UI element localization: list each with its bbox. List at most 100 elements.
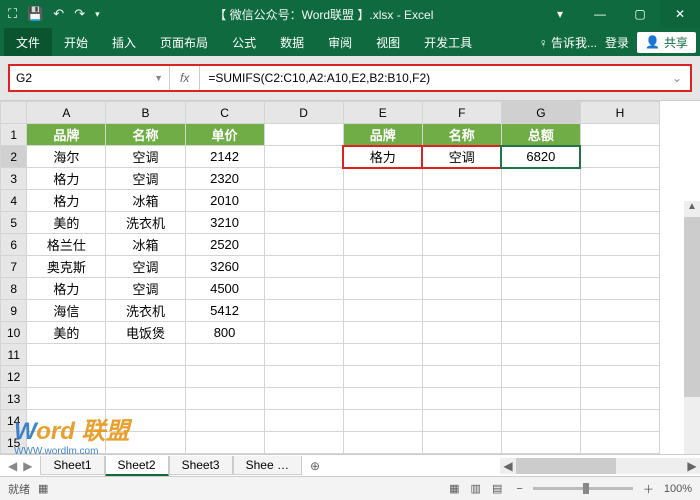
tab-data[interactable]: 数据 <box>268 28 316 56</box>
scroll-up-icon[interactable]: ▲ <box>684 201 700 217</box>
cell[interactable]: 5412 <box>185 300 264 322</box>
cell[interactable]: 2520 <box>185 234 264 256</box>
cell[interactable] <box>580 366 659 388</box>
cell[interactable] <box>422 278 501 300</box>
cell[interactable] <box>27 388 106 410</box>
row-header[interactable]: 4 <box>1 190 27 212</box>
grid[interactable]: A B C D E F G H 1 品牌 名称 单价 品牌 名称 总额 2 海尔… <box>0 101 660 454</box>
cell[interactable] <box>422 366 501 388</box>
cell[interactable] <box>422 168 501 190</box>
cell[interactable] <box>106 366 185 388</box>
cell[interactable]: 格力 <box>27 190 106 212</box>
row-header[interactable]: 9 <box>1 300 27 322</box>
cell[interactable] <box>27 344 106 366</box>
cell[interactable] <box>27 366 106 388</box>
view-page-icon[interactable]: ▥ <box>467 483 485 495</box>
scroll-right-icon[interactable]: ▶ <box>684 459 700 473</box>
cell[interactable] <box>501 234 580 256</box>
tab-insert[interactable]: 插入 <box>100 28 148 56</box>
minimize-button[interactable]: — <box>580 0 620 28</box>
formula-input[interactable]: =SUMIFS(C2:C10,A2:A10,E2,B2:B10,F2) <box>200 71 664 85</box>
cell[interactable] <box>264 300 343 322</box>
cell[interactable]: 格兰仕 <box>27 234 106 256</box>
col-header-d[interactable]: D <box>264 102 343 124</box>
cell[interactable] <box>343 366 422 388</box>
signin-button[interactable]: 登录 <box>605 34 629 51</box>
cell[interactable] <box>580 212 659 234</box>
cell[interactable] <box>264 234 343 256</box>
cell[interactable] <box>264 168 343 190</box>
name-box[interactable]: ▼ <box>10 66 170 90</box>
macro-icon[interactable]: ▦ <box>38 482 48 495</box>
cell[interactable] <box>501 410 580 432</box>
name-box-dropdown-icon[interactable]: ▼ <box>154 73 163 83</box>
cell[interactable] <box>264 190 343 212</box>
cell[interactable] <box>422 300 501 322</box>
cell[interactable]: 格力 <box>27 278 106 300</box>
cell[interactable] <box>27 410 106 432</box>
tab-developer[interactable]: 开发工具 <box>412 28 484 56</box>
tell-me[interactable]: ♀ 告诉我... <box>539 34 597 51</box>
sheet-tab[interactable]: Shee … <box>233 456 302 475</box>
row-header[interactable]: 15 <box>1 432 27 454</box>
cell[interactable] <box>501 344 580 366</box>
cell[interactable] <box>343 168 422 190</box>
tab-prev-icon[interactable]: ◀ <box>8 459 17 473</box>
cell[interactable]: 奥克斯 <box>27 256 106 278</box>
horizontal-scrollbar[interactable]: ◀ ▶ <box>500 458 700 474</box>
row-header[interactable]: 8 <box>1 278 27 300</box>
add-sheet-button[interactable]: ⊕ <box>302 457 328 475</box>
col-header-a[interactable]: A <box>27 102 106 124</box>
cell[interactable]: 品牌 <box>343 124 422 146</box>
vertical-scrollbar[interactable]: ▲ <box>684 201 700 461</box>
undo-icon[interactable]: ↶ <box>53 6 64 22</box>
cell-e2[interactable]: 格力 <box>343 146 422 168</box>
cell[interactable] <box>422 234 501 256</box>
cell[interactable]: 洗衣机 <box>106 212 185 234</box>
cell[interactable]: 格力 <box>27 168 106 190</box>
tab-file[interactable]: 文件 <box>4 28 52 56</box>
cell[interactable] <box>422 388 501 410</box>
cell[interactable] <box>501 190 580 212</box>
row-header[interactable]: 7 <box>1 256 27 278</box>
cell[interactable] <box>580 432 659 454</box>
cell[interactable] <box>264 410 343 432</box>
cell[interactable] <box>185 432 264 454</box>
cell[interactable] <box>343 410 422 432</box>
row-header[interactable]: 14 <box>1 410 27 432</box>
row-header[interactable]: 10 <box>1 322 27 344</box>
cell[interactable] <box>501 256 580 278</box>
cell[interactable]: 洗衣机 <box>106 300 185 322</box>
cell[interactable] <box>185 366 264 388</box>
cell[interactable] <box>264 256 343 278</box>
scroll-left-icon[interactable]: ◀ <box>500 459 516 473</box>
cell[interactable] <box>185 410 264 432</box>
cell[interactable] <box>343 212 422 234</box>
cell[interactable] <box>343 388 422 410</box>
cell[interactable] <box>580 300 659 322</box>
tab-view[interactable]: 视图 <box>364 28 412 56</box>
cell[interactable] <box>422 190 501 212</box>
cell[interactable] <box>501 278 580 300</box>
cell[interactable] <box>185 388 264 410</box>
row-header[interactable]: 13 <box>1 388 27 410</box>
cell[interactable] <box>580 388 659 410</box>
cell[interactable] <box>580 146 659 168</box>
name-box-input[interactable] <box>16 71 154 85</box>
scroll-thumb[interactable] <box>516 458 616 474</box>
cell[interactable]: 3210 <box>185 212 264 234</box>
cell[interactable]: 4500 <box>185 278 264 300</box>
cell[interactable] <box>264 388 343 410</box>
cell[interactable]: 总额 <box>501 124 580 146</box>
cell[interactable] <box>422 212 501 234</box>
cell[interactable] <box>501 366 580 388</box>
cell[interactable] <box>580 410 659 432</box>
row-header[interactable]: 2 <box>1 146 27 168</box>
cell[interactable] <box>264 344 343 366</box>
cell[interactable] <box>422 322 501 344</box>
cell[interactable]: 空调 <box>106 278 185 300</box>
col-header-f[interactable]: F <box>422 102 501 124</box>
cell[interactable]: 名称 <box>422 124 501 146</box>
cell[interactable] <box>422 344 501 366</box>
tab-next-icon[interactable]: ▶ <box>23 459 32 473</box>
